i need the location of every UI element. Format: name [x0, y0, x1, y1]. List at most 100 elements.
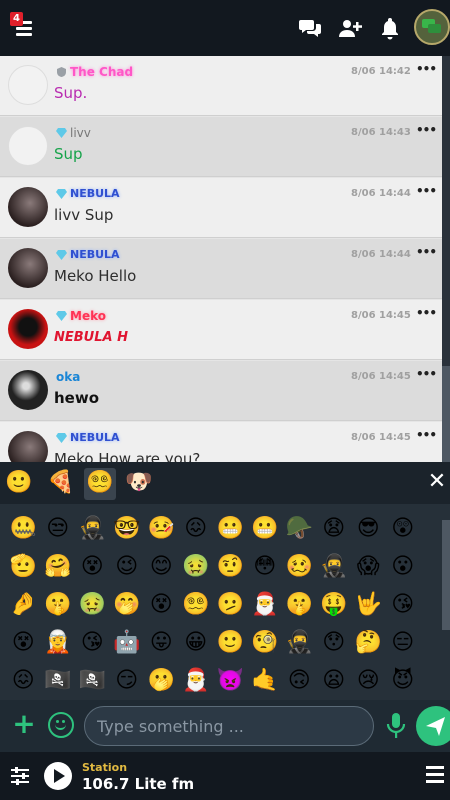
- username[interactable]: livv: [70, 126, 91, 140]
- message-item[interactable]: NEBULA Meko How are you? 8/06 14:45 •••: [0, 422, 442, 462]
- emoji-item[interactable]: 🏴‍☠️: [41, 662, 76, 700]
- emoji-item[interactable]: 🪖: [282, 510, 317, 548]
- emoji-item[interactable]: 🤔: [351, 624, 386, 662]
- more-options-icon[interactable]: •••: [416, 184, 437, 198]
- emoji-item[interactable]: 😵: [144, 586, 179, 624]
- emoji-item[interactable]: 🤙: [248, 662, 283, 700]
- more-options-icon[interactable]: •••: [416, 428, 437, 442]
- more-options-icon[interactable]: •••: [416, 306, 437, 320]
- send-button[interactable]: [416, 706, 450, 746]
- emoji-item[interactable]: 🤨: [213, 548, 248, 586]
- emoji-item[interactable]: 😛: [144, 624, 179, 662]
- emoji-item[interactable]: 😢: [351, 662, 386, 700]
- close-icon[interactable]: ✕: [426, 470, 448, 494]
- emoji-item[interactable]: 😉: [110, 548, 145, 586]
- more-options-icon[interactable]: •••: [416, 245, 437, 259]
- emoji-item[interactable]: 😵‍💫: [179, 586, 214, 624]
- emoji-item[interactable]: 😎: [351, 510, 386, 548]
- message-item[interactable]: oka hewo 8/06 14:45 •••: [0, 361, 442, 421]
- menu-button[interactable]: 4: [10, 12, 38, 40]
- scrollbar-thumb[interactable]: [442, 366, 450, 462]
- message-item[interactable]: NEBULA Meko Hello 8/06 14:44 •••: [0, 239, 442, 299]
- emoji-item[interactable]: 😏: [110, 662, 145, 700]
- emoji-item[interactable]: 😦: [317, 662, 352, 700]
- chat-bubbles-icon[interactable]: [298, 16, 322, 40]
- emoji-item[interactable]: 😲: [386, 510, 421, 548]
- avatar[interactable]: [8, 370, 48, 410]
- username[interactable]: The Chad: [70, 65, 133, 79]
- emoji-item[interactable]: 🎅: [179, 662, 214, 700]
- emoji-item[interactable]: 🫤: [213, 586, 248, 624]
- username[interactable]: Meko: [70, 309, 106, 323]
- avatar[interactable]: [8, 65, 48, 105]
- emoji-item[interactable]: 😳: [248, 548, 283, 586]
- emoji-item[interactable]: 🤓: [110, 510, 145, 548]
- emoji-item[interactable]: 🤐: [6, 510, 41, 548]
- emoji-item[interactable]: 🙂: [213, 624, 248, 662]
- emoji-item[interactable]: 😀: [179, 624, 214, 662]
- avatar[interactable]: [8, 248, 48, 288]
- emoji-item[interactable]: 🤟: [351, 586, 386, 624]
- hamburger-menu-icon[interactable]: [426, 766, 444, 786]
- more-options-icon[interactable]: •••: [416, 62, 437, 76]
- emoji-item[interactable]: 🥷: [282, 624, 317, 662]
- special-emoji-tab[interactable]: 😵‍💫: [84, 468, 116, 500]
- emoji-item[interactable]: 🙃: [282, 662, 317, 700]
- emoji-item[interactable]: 😈: [386, 662, 421, 700]
- emoji-item[interactable]: 🤢: [179, 548, 214, 586]
- emoji-item[interactable]: 🧐: [248, 624, 283, 662]
- food-tab[interactable]: 🍕: [46, 468, 76, 498]
- emoji-item[interactable]: 🥷: [317, 548, 352, 586]
- emoji-toggle-icon[interactable]: [48, 712, 74, 738]
- emoji-item[interactable]: 🥷: [75, 510, 110, 548]
- animals-tab[interactable]: 🐶: [124, 468, 154, 498]
- emoji-item[interactable]: 🤖: [110, 624, 145, 662]
- emoji-item[interactable]: 🎅: [248, 586, 283, 624]
- emoji-item[interactable]: 🏴‍☠️: [75, 662, 110, 700]
- avatar[interactable]: [8, 431, 48, 462]
- emoji-item[interactable]: 😮: [386, 548, 421, 586]
- message-item[interactable]: The Chad Sup. 8/06 14:42 •••: [0, 56, 442, 116]
- message-input[interactable]: [84, 706, 374, 746]
- add-attachment-icon[interactable]: +: [12, 710, 36, 738]
- emoji-item[interactable]: 🥴: [282, 548, 317, 586]
- smileys-tab[interactable]: 🙂: [4, 468, 34, 498]
- emoji-item[interactable]: 😘: [75, 624, 110, 662]
- emoji-item[interactable]: 😑: [386, 624, 421, 662]
- emoji-item[interactable]: 😖: [179, 510, 214, 548]
- emoji-item[interactable]: 🤢: [75, 586, 110, 624]
- username[interactable]: NEBULA: [70, 187, 120, 200]
- emoji-item[interactable]: 🫡: [6, 548, 41, 586]
- emoji-item[interactable]: 🤗: [41, 548, 76, 586]
- emoji-item[interactable]: 🤑: [317, 586, 352, 624]
- emoji-item[interactable]: 🤌: [6, 586, 41, 624]
- emoji-item[interactable]: 😬: [248, 510, 283, 548]
- bell-icon[interactable]: [378, 16, 402, 40]
- emoji-item[interactable]: 😵: [6, 624, 41, 662]
- username[interactable]: oka: [56, 370, 80, 384]
- emoji-item[interactable]: 😘: [386, 586, 421, 624]
- user-avatar[interactable]: [414, 9, 450, 45]
- emoji-item[interactable]: 👿: [213, 662, 248, 700]
- message-item[interactable]: Meko NEBULA H 8/06 14:45 •••: [0, 300, 442, 360]
- emoji-item[interactable]: 😖: [6, 662, 41, 700]
- message-item[interactable]: NEBULA livv Sup 8/06 14:44 •••: [0, 178, 442, 238]
- more-options-icon[interactable]: •••: [416, 367, 437, 381]
- emoji-scrollbar[interactable]: [442, 520, 450, 630]
- message-list[interactable]: The Chad Sup. 8/06 14:42 ••• livv Sup 8/…: [0, 56, 442, 462]
- emoji-item[interactable]: 🫢: [144, 662, 179, 700]
- emoji-item[interactable]: 🤭: [110, 586, 145, 624]
- add-user-icon[interactable]: [338, 16, 362, 40]
- avatar[interactable]: [8, 309, 48, 349]
- microphone-icon[interactable]: [386, 712, 406, 740]
- play-button[interactable]: [44, 762, 72, 790]
- username[interactable]: NEBULA: [70, 431, 120, 444]
- emoji-item[interactable]: 😬: [213, 510, 248, 548]
- emoji-item[interactable]: 😵: [75, 548, 110, 586]
- emoji-item[interactable]: 😒: [41, 510, 76, 548]
- emoji-item[interactable]: 😯: [317, 624, 352, 662]
- message-item[interactable]: livv Sup 8/06 14:43 •••: [0, 117, 442, 177]
- avatar[interactable]: [8, 126, 48, 166]
- emoji-item[interactable]: 😧: [317, 510, 352, 548]
- avatar[interactable]: [8, 187, 48, 227]
